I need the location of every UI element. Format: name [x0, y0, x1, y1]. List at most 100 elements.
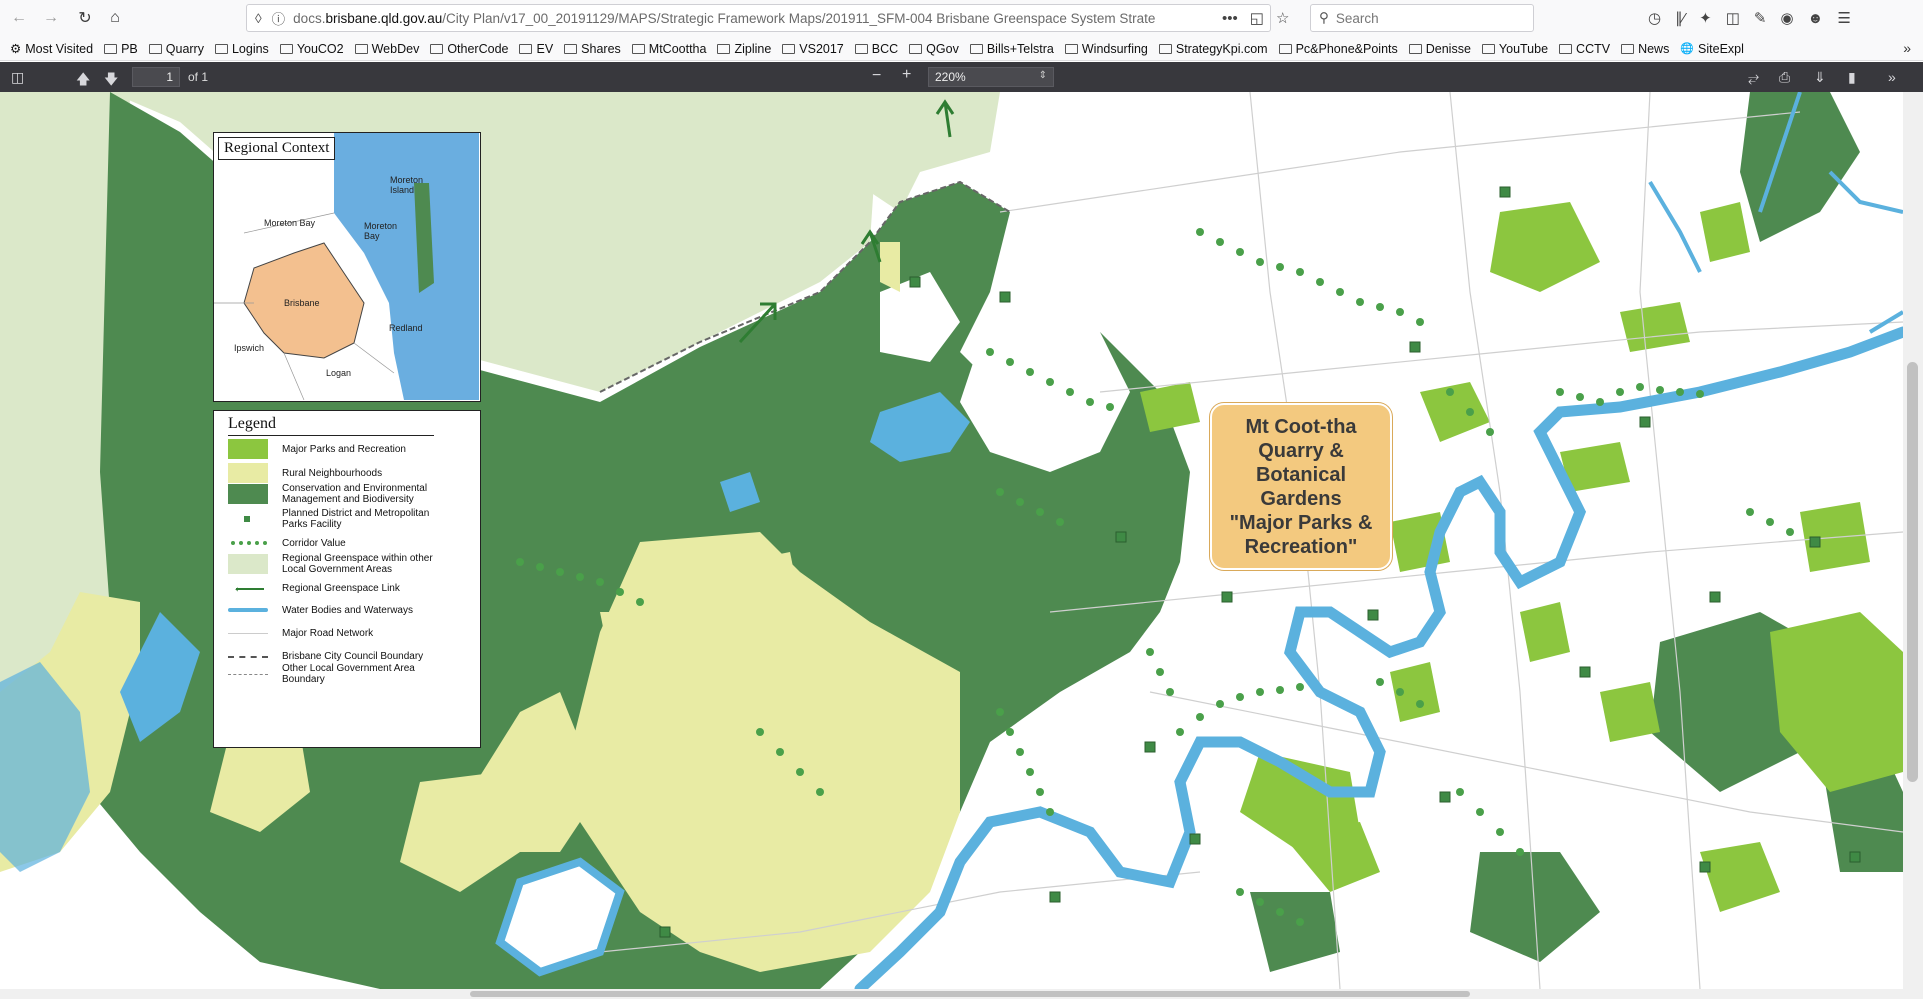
legend-item: Regional Greenspace within other Local G…: [228, 553, 442, 575]
bookmark-item[interactable]: OtherCode: [430, 42, 508, 56]
info-icon[interactable]: ⓘ: [272, 8, 286, 28]
folder-icon: [1158, 43, 1172, 54]
label-brisbane: Brisbane: [284, 298, 320, 308]
callout-line: Recreation": [1244, 535, 1358, 558]
bookmark-label: Denisse: [1425, 41, 1471, 56]
address-bar[interactable]: ◊ ⓘ docs. brisbane.qld.gov.au/City Plan/v…: [246, 4, 1271, 32]
zoom-in-button[interactable]: +: [902, 66, 911, 84]
addon2-icon[interactable]: ◉: [1780, 9, 1793, 27]
bookmark-item[interactable]: MtCoottha: [631, 42, 706, 56]
regional-context-title: Regional Context: [218, 137, 336, 160]
bookmark-star-icon[interactable]: ☆: [1276, 9, 1289, 27]
legend-item: Planned District and Metropolitan Parks …: [228, 508, 442, 530]
zoom-select[interactable]: 220% ⇕: [928, 67, 1054, 87]
label-moreton-island: Moreton Island: [390, 175, 424, 195]
label-moreton-bay-water: Moreton Bay: [364, 221, 398, 241]
previous-page-icon[interactable]: 🡅: [76, 69, 90, 93]
folder-icon: [214, 43, 228, 54]
bookmark-label: Zipline: [734, 41, 772, 56]
legend-item: ← Regional Greenspace Link: [228, 578, 442, 598]
legend-swatch: [228, 623, 268, 643]
shield-icon[interactable]: ◊: [255, 11, 262, 26]
bookmark-label: YouTube: [1498, 41, 1549, 56]
bookmark-item[interactable]: StrategyKpi.com: [1158, 42, 1268, 56]
map-legend: Legend Major Parks and Recreation Rural N…: [213, 410, 481, 748]
menu-icon[interactable]: ☰: [1837, 9, 1850, 27]
history-icon[interactable]: ◷: [1648, 9, 1661, 27]
save-icon[interactable]: ⇓: [1814, 69, 1826, 86]
bookmark-item[interactable]: Windsurfing: [1064, 42, 1148, 56]
horizontal-scroll-thumb[interactable]: [470, 991, 1470, 997]
bookmark-item[interactable]: News: [1621, 42, 1669, 56]
bookmark-item[interactable]: Quarry: [148, 42, 204, 56]
bookmark-label: QGov: [926, 41, 959, 56]
bookmark-item[interactable]: QGov: [909, 42, 959, 56]
bookmark-item[interactable]: VS2017: [782, 42, 844, 56]
mt-coottha-callout: Mt Coot-tha Quarry & Botanical Gardens "Majo…: [1210, 403, 1392, 570]
legend-swatch: [228, 554, 268, 574]
legend-label: Major Parks and Recreation: [282, 443, 406, 455]
pdf-viewport[interactable]: Regional Context Moreton Island Moreton …: [0, 92, 1903, 989]
bookmark-label: WebDev: [371, 41, 420, 56]
bookmark-item[interactable]: PB: [104, 42, 138, 56]
folder-icon: [717, 43, 731, 54]
globe-icon: 🌐: [1680, 43, 1695, 55]
bookmark-item[interactable]: Logins: [214, 42, 269, 56]
bookmark-item[interactable]: Shares: [564, 42, 621, 56]
legend-label: Corridor Value: [282, 537, 346, 549]
bookmark-item[interactable]: YouTube: [1481, 41, 1549, 56]
bookmark-item[interactable]: Pc&Phone&Points: [1278, 41, 1398, 56]
page-number-input[interactable]: 1: [132, 67, 180, 87]
bookmark-icon[interactable]: ▮: [1848, 69, 1856, 86]
account-icon[interactable]: ☻: [1808, 10, 1824, 27]
bookmarks-overflow-icon[interactable]: »: [1903, 40, 1911, 56]
bookmark-item[interactable]: Denisse: [1408, 41, 1471, 56]
search-input[interactable]: ⚲ Search: [1310, 4, 1534, 32]
bookmark-label: News: [1638, 41, 1670, 56]
folder-icon: [1621, 43, 1635, 54]
regional-context-panel: Regional Context Moreton Island Moreton …: [213, 132, 481, 402]
bookmark-item[interactable]: Bills+Telstra: [969, 42, 1054, 56]
url-path: /City Plan/v17_00_20191129/MAPS/Strategi…: [442, 10, 1156, 26]
bookmark-item[interactable]: BCC: [854, 42, 898, 56]
bookmark-item[interactable]: 🌐 SiteExpl: [1680, 42, 1744, 56]
next-page-icon[interactable]: 🡇: [104, 69, 118, 93]
zoom-out-button[interactable]: −: [872, 67, 881, 85]
horizontal-scrollbar[interactable]: [0, 989, 1923, 999]
legend-item: Rural Neighbourhoods: [228, 463, 442, 483]
presentation-mode-icon[interactable]: ⥂: [1748, 69, 1759, 86]
folder-icon: [631, 43, 645, 54]
forward-button[interactable]: →: [36, 3, 66, 33]
bookmark-label: Pc&Phone&Points: [1295, 41, 1398, 56]
home-button[interactable]: ⌂: [100, 3, 130, 33]
addon-icon[interactable]: ✎: [1754, 9, 1767, 27]
zoom-value: 220%: [935, 70, 966, 84]
bookmark-item[interactable]: EV: [519, 42, 553, 56]
legend-swatch: [228, 484, 268, 504]
search-icon: ⚲: [1319, 10, 1329, 25]
page-actions-icon[interactable]: •••: [1214, 9, 1238, 27]
bookmark-item[interactable]: CCTV: [1559, 42, 1610, 56]
tools-menu-icon[interactable]: »: [1888, 69, 1896, 85]
sidebar-toggle-icon[interactable]: ◫: [11, 69, 24, 86]
bookmark-item[interactable]: WebDev: [354, 41, 420, 56]
bookmark-label: EV: [536, 41, 554, 56]
label-logan: Logan: [326, 368, 352, 378]
legend-swatch: [228, 509, 268, 529]
bookmark-item[interactable]: Zipline: [717, 42, 771, 56]
back-button[interactable]: ←: [4, 3, 34, 33]
print-icon[interactable]: ⎙: [1779, 69, 1790, 86]
sidebar-icon[interactable]: ◫: [1726, 9, 1740, 27]
bookmark-item[interactable]: YouCO2: [279, 42, 344, 56]
reload-button[interactable]: ↻: [70, 3, 100, 33]
legend-item: Conservation and Environmental Managemen…: [228, 483, 442, 505]
vertical-scrollbar[interactable]: [1903, 92, 1923, 989]
extension-icon[interactable]: ✦: [1699, 9, 1712, 27]
label-ipswich: Ipswich: [234, 343, 265, 353]
folder-icon: [354, 43, 368, 54]
folder-icon: [854, 43, 868, 54]
vertical-scroll-thumb[interactable]: [1907, 362, 1918, 782]
bookmark-item[interactable]: ⚙ Most Visited: [10, 41, 93, 57]
pocket-icon[interactable]: ◱: [1250, 9, 1264, 27]
library-icon[interactable]: ∥⁄: [1675, 9, 1685, 27]
